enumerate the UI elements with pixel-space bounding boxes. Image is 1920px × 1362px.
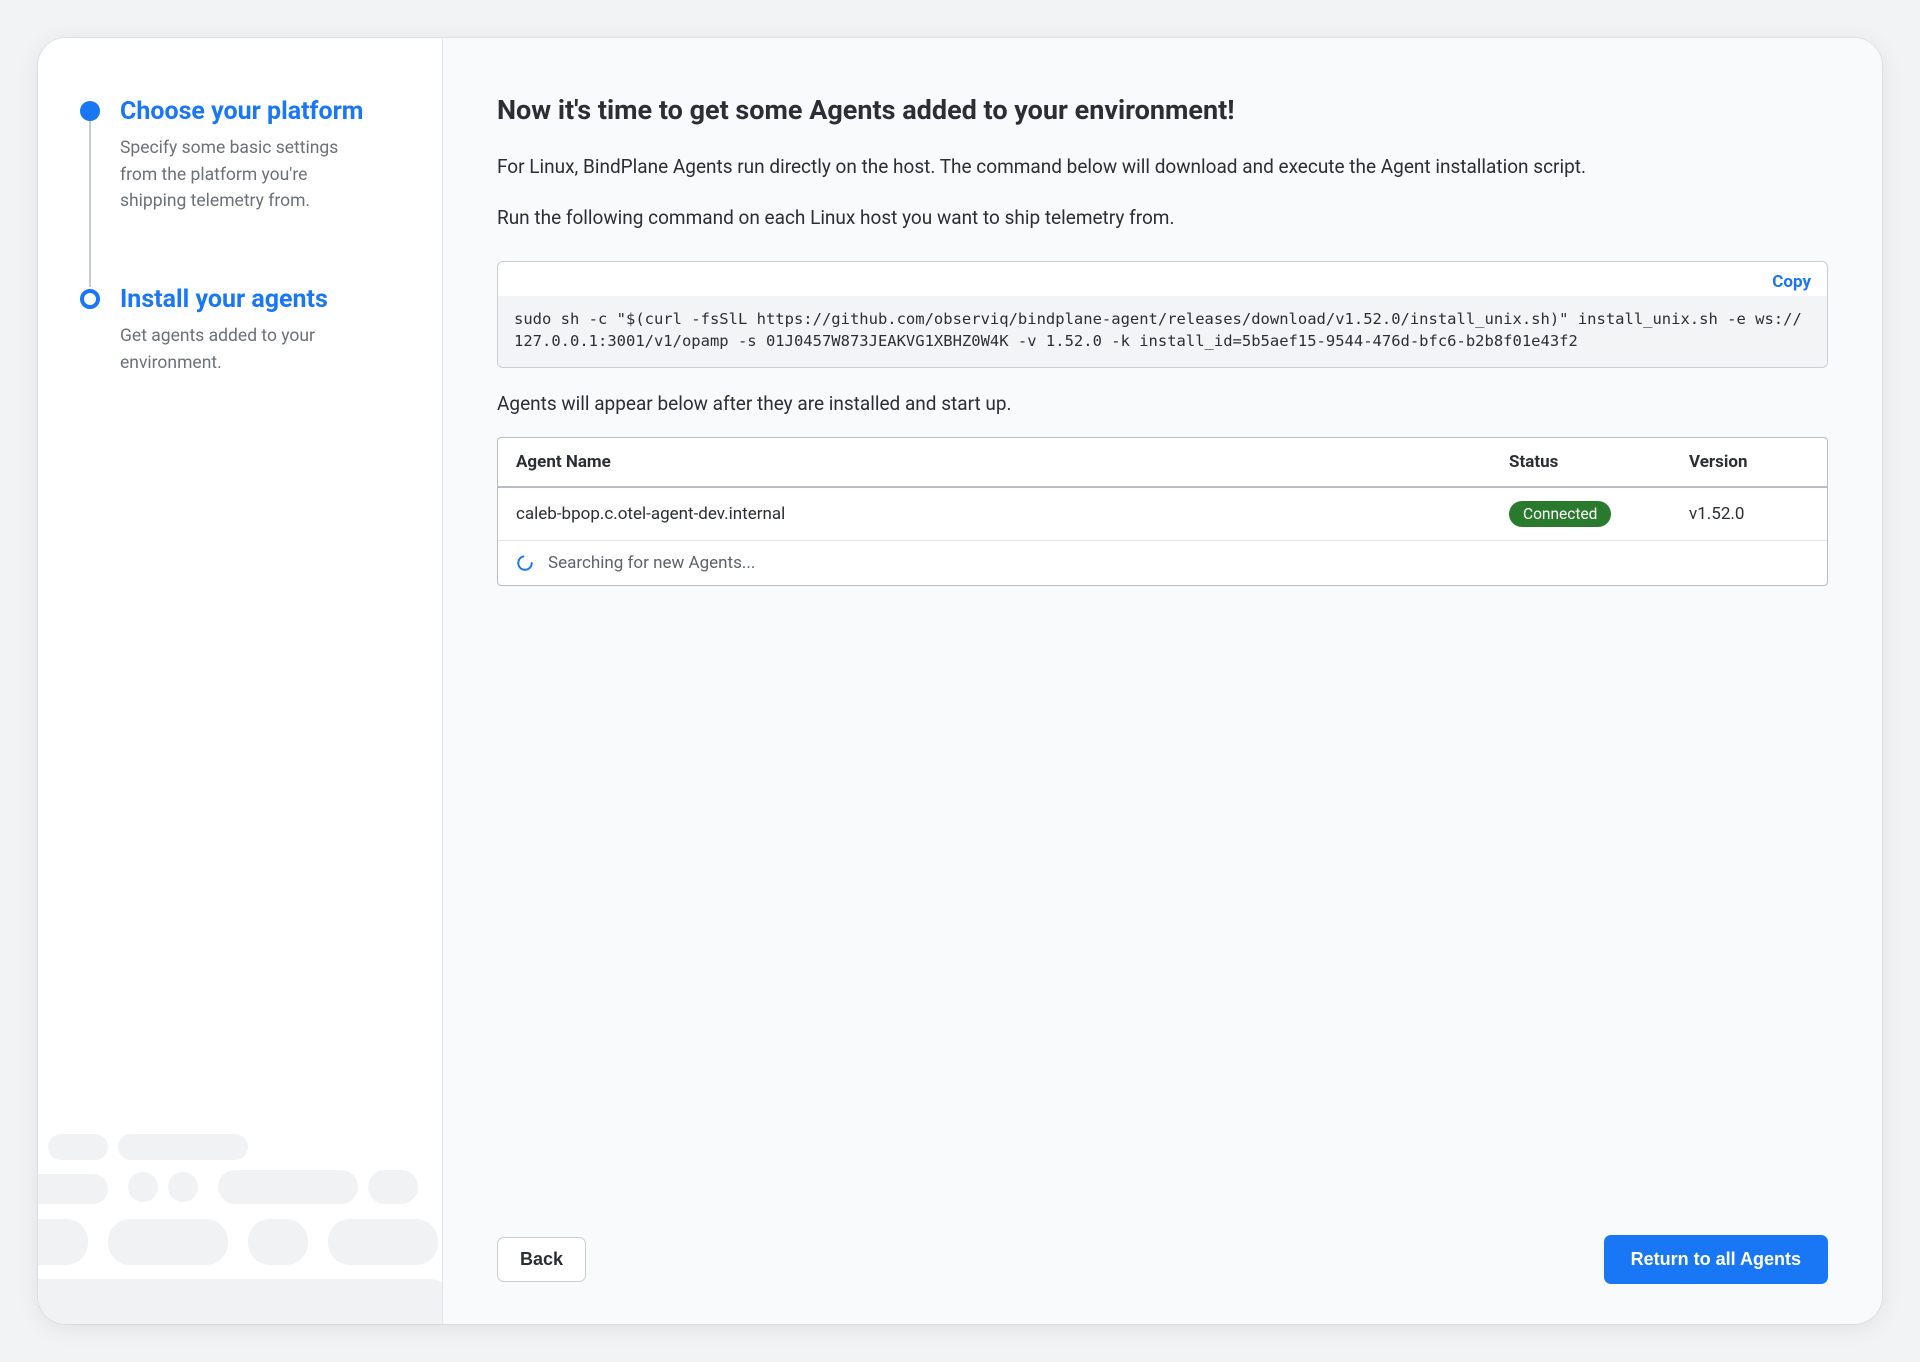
spinner-icon xyxy=(516,554,534,572)
sidebar: Choose your platform Specify some basic … xyxy=(38,38,443,1324)
wizard-dialog: Choose your platform Specify some basic … xyxy=(38,38,1882,1324)
step-connector xyxy=(89,118,91,287)
appear-note: Agents will appear below after they are … xyxy=(497,392,1828,415)
step-list: Choose your platform Specify some basic … xyxy=(80,96,412,376)
agent-name: caleb-bpop.c.otel-agent-dev.internal xyxy=(516,504,1509,524)
searching-row: Searching for new Agents... xyxy=(498,541,1827,585)
col-header-status: Status xyxy=(1509,452,1689,472)
footer-actions: Back Return to all Agents xyxy=(497,1195,1828,1284)
step-marker-active-icon xyxy=(80,289,100,309)
step-install-agents[interactable]: Install your agents Get agents added to … xyxy=(80,284,412,376)
status-badge: Connected xyxy=(1509,501,1611,527)
main-panel: Now it's time to get some Agents added t… xyxy=(443,38,1882,1324)
run-prompt-text: Run the following command on each Linux … xyxy=(497,203,1828,232)
step-marker-done-icon xyxy=(80,101,100,121)
table-row[interactable]: caleb-bpop.c.otel-agent-dev.internal Con… xyxy=(498,488,1827,541)
copy-button[interactable]: Copy xyxy=(1772,272,1811,292)
table-header-row: Agent Name Status Version xyxy=(498,438,1827,488)
step-description: Get agents added to your environment. xyxy=(120,323,360,376)
col-header-name: Agent Name xyxy=(516,452,1509,472)
step-title: Install your agents xyxy=(120,284,360,315)
back-button[interactable]: Back xyxy=(497,1237,586,1282)
step-description: Specify some basic settings from the pla… xyxy=(120,135,360,214)
return-to-agents-button[interactable]: Return to all Agents xyxy=(1604,1235,1828,1284)
col-header-version: Version xyxy=(1689,452,1809,472)
searching-text: Searching for new Agents... xyxy=(548,553,755,573)
install-command[interactable]: sudo sh -c "$(curl -fsSlL https://github… xyxy=(498,296,1827,367)
agent-version: v1.52.0 xyxy=(1689,504,1809,524)
page-heading: Now it's time to get some Agents added t… xyxy=(497,94,1828,126)
decorative-blobs xyxy=(38,1124,443,1324)
agents-table: Agent Name Status Version caleb-bpop.c.o… xyxy=(497,437,1828,586)
step-choose-platform[interactable]: Choose your platform Specify some basic … xyxy=(80,96,412,284)
intro-text: For Linux, BindPlane Agents run directly… xyxy=(497,152,1828,181)
install-command-box: Copy sudo sh -c "$(curl -fsSlL https://g… xyxy=(497,261,1828,368)
step-title: Choose your platform xyxy=(120,96,363,127)
